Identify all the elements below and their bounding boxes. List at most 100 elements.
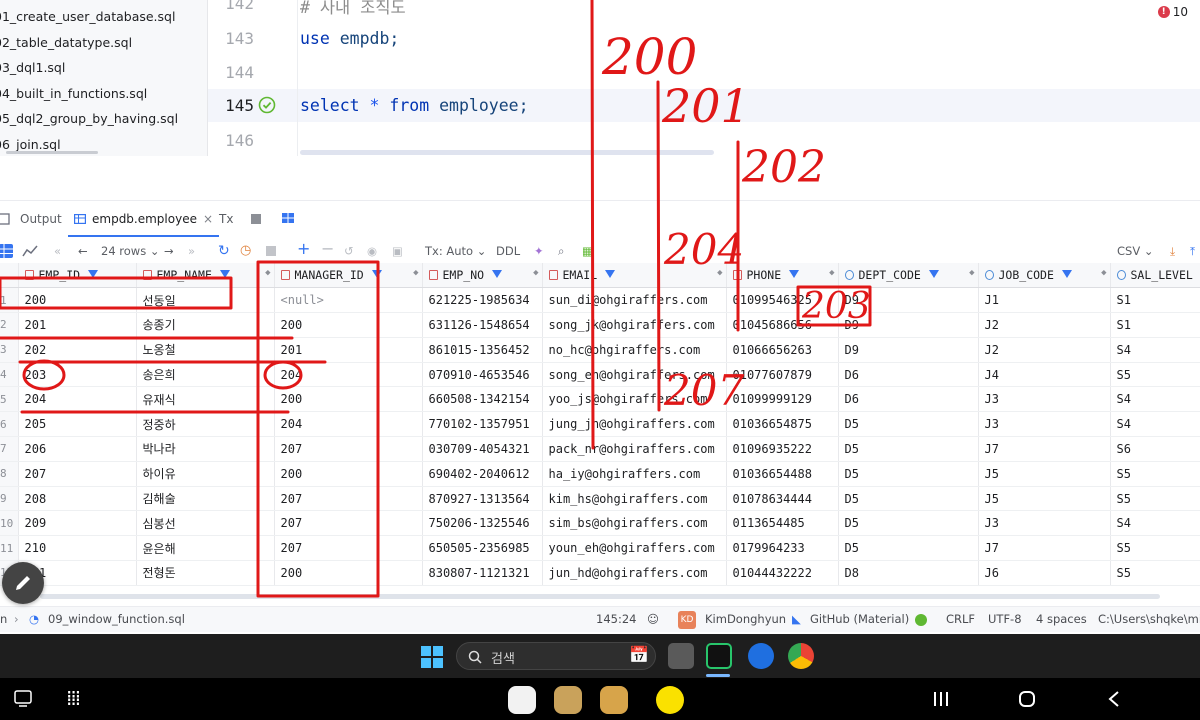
sql-editor[interactable]: 142 143 144 145 146 # 사내 조직도 use empdb; … <box>208 0 1200 156</box>
tx-mode-dropdown[interactable]: Tx: Auto ⌄ <box>425 242 486 260</box>
import-icon[interactable]: ⤒ <box>1190 242 1195 260</box>
calendar-app-icon[interactable] <box>600 686 628 714</box>
sort-icon[interactable]: ◆ <box>533 268 538 278</box>
chrome-icon[interactable] <box>788 643 814 669</box>
job-code-cell[interactable]: J4 <box>978 362 1111 388</box>
apps-grid-icon[interactable]: ⁞⁞⁞ <box>66 686 81 710</box>
export-format-dropdown[interactable]: CSV ⌄ <box>1117 242 1154 260</box>
filter-icon[interactable] <box>219 270 230 279</box>
search-icon[interactable]: ⌕ <box>558 242 564 260</box>
phone-cell[interactable]: 01099546325 <box>726 287 839 314</box>
dept-code-cell[interactable]: D5 <box>838 486 979 512</box>
sal-level-cell[interactable]: S5 <box>1110 560 1200 586</box>
manager-id-cell[interactable]: 200 <box>274 461 423 487</box>
compare-icon[interactable]: ▦ <box>582 242 593 260</box>
column-header-job-code[interactable]: JOB_CODE ◆ <box>978 263 1111 289</box>
phone-cell[interactable]: 01099999129 <box>726 386 839 413</box>
emp-name-cell[interactable]: 윤은해 <box>136 535 275 562</box>
manager-id-cell[interactable]: 204 <box>274 411 423 438</box>
emp-name-cell[interactable]: 노옹철 <box>136 337 275 363</box>
sal-level-cell[interactable]: S4 <box>1110 510 1200 537</box>
breadcrumb-file[interactable]: 09_window_function.sql <box>48 612 185 626</box>
emp-id-cell[interactable]: 203 <box>18 362 137 388</box>
table-row[interactable]: 9 208 김해술 207 870927-1313564 kim_hs@ohgiraffe… <box>0 486 1200 512</box>
email-cell[interactable]: song_jk@ohgiraffers.com <box>542 312 727 338</box>
pycharm-icon[interactable] <box>706 643 732 669</box>
sort-icon[interactable]: ◆ <box>969 268 974 278</box>
tree-file[interactable]: 03_dql1.sql <box>0 57 65 79</box>
close-icon[interactable]: × <box>203 212 213 226</box>
table-row[interactable]: 5 204 유재식 200 660508-1342154 yoo_js@ohgiraffe… <box>0 386 1200 413</box>
user-name[interactable]: KimDonghyun <box>705 612 786 626</box>
emp-id-cell[interactable]: 205 <box>18 411 137 438</box>
row-count-dropdown[interactable]: 24 rows ⌄ <box>101 242 160 260</box>
dept-code-cell[interactable]: D9 <box>838 337 979 363</box>
job-code-cell[interactable]: J7 <box>978 535 1111 562</box>
stop-icon[interactable] <box>251 214 261 224</box>
manager-id-cell[interactable]: <null> <box>274 287 423 314</box>
manager-id-cell[interactable]: 207 <box>274 486 423 512</box>
dept-code-cell[interactable]: D8 <box>838 560 979 586</box>
sort-icon[interactable]: ◆ <box>413 268 418 278</box>
stop-query-icon[interactable] <box>266 246 276 256</box>
emp-no-cell[interactable]: 650505-2356985 <box>422 535 543 562</box>
emp-no-cell[interactable]: 770102-1357951 <box>422 411 543 438</box>
refresh-icon[interactable]: ↻ <box>218 242 230 260</box>
problems-indicator[interactable]: ! 10 <box>1157 5 1188 19</box>
tab-tx[interactable]: Tx <box>219 201 233 237</box>
delete-row-icon[interactable]: − <box>321 240 334 258</box>
dept-code-cell[interactable]: D5 <box>838 510 979 537</box>
manager-id-cell[interactable]: 200 <box>274 312 423 338</box>
emp-id-cell[interactable]: 204 <box>18 386 137 413</box>
sort-icon[interactable]: ◆ <box>1101 268 1106 278</box>
emp-id-cell[interactable]: 201 <box>18 312 137 338</box>
maps-icon[interactable] <box>748 643 774 669</box>
table-row[interactable]: 6 205 정중하 204 770102-1357951 jung_jh@ohgiraff… <box>0 411 1200 438</box>
taskbar-search[interactable]: 검색 📅 <box>456 642 656 670</box>
emp-name-cell[interactable]: 심봉선 <box>136 510 275 537</box>
emp-id-cell[interactable]: 209 <box>18 510 137 537</box>
indent-setting[interactable]: 4 spaces <box>1036 612 1087 626</box>
project-path[interactable]: C:\Users\shqke\min <box>1098 612 1200 626</box>
job-code-cell[interactable]: J2 <box>978 312 1111 338</box>
email-cell[interactable]: no_hc@ohgiraffers.com <box>542 337 727 363</box>
table-row[interactable]: 1 200 선동일 <null> 621225-1985634 sun_di@ohgira… <box>0 287 1200 314</box>
table-row[interactable]: 8 207 하이유 200 690402-2040612 ha_iy@ohgiraffer… <box>0 461 1200 487</box>
sal-level-cell[interactable]: S5 <box>1110 461 1200 487</box>
emp-name-cell[interactable]: 송은희 <box>136 362 275 388</box>
preview-icon[interactable]: ◉ <box>367 242 377 260</box>
dept-code-cell[interactable]: D9 <box>838 312 979 338</box>
status-dot-icon[interactable] <box>915 614 927 626</box>
dept-code-cell[interactable]: D5 <box>838 535 979 562</box>
filter-icon[interactable] <box>928 270 939 279</box>
grid-view-icon[interactable] <box>0 243 14 259</box>
sal-level-cell[interactable]: S6 <box>1110 436 1200 462</box>
tree-scrollbar[interactable] <box>6 151 98 154</box>
table-row[interactable]: 10 209 심봉선 207 750206-1325546 sim_bs@ohgiraff… <box>0 510 1200 537</box>
manager-id-cell[interactable]: 204 <box>274 362 423 388</box>
history-icon[interactable]: ◷ <box>240 242 251 260</box>
job-code-cell[interactable]: J2 <box>978 337 1111 363</box>
cursor-position[interactable]: 145:24 <box>596 612 636 626</box>
column-header-emp-name[interactable]: EMP_NAME ◆ <box>136 263 275 289</box>
sal-level-cell[interactable]: S1 <box>1110 287 1200 314</box>
email-cell[interactable]: kim_hs@ohgiraffers.com <box>542 486 727 512</box>
column-header-manager-id[interactable]: MANAGER_ID ◆ <box>274 263 423 289</box>
job-code-cell[interactable]: J3 <box>978 386 1111 413</box>
table-row[interactable]: 4 203 송은희 204 070910-4653546 song_eh@ohgiraff… <box>0 362 1200 388</box>
sal-level-cell[interactable]: S4 <box>1110 337 1200 363</box>
sal-level-cell[interactable]: S4 <box>1110 386 1200 413</box>
grid-h-scrollbar[interactable] <box>40 594 1160 599</box>
emp-id-cell[interactable]: 210 <box>18 535 137 562</box>
tree-file[interactable]: 02_table_datatype.sql <box>0 32 132 54</box>
screen-capture-icon[interactable] <box>14 690 32 708</box>
emp-no-cell[interactable]: 030709-4054321 <box>422 436 543 462</box>
dept-code-cell[interactable]: D6 <box>838 386 979 413</box>
filter-icon[interactable] <box>88 270 99 279</box>
table-row[interactable]: 11 210 윤은해 207 650505-2356985 youn_eh@ohgiraf… <box>0 535 1200 562</box>
manager-id-cell[interactable]: 200 <box>274 560 423 586</box>
manager-id-cell[interactable]: 201 <box>274 337 423 363</box>
job-code-cell[interactable]: J3 <box>978 510 1111 537</box>
dept-code-cell[interactable]: D6 <box>838 362 979 388</box>
manager-id-cell[interactable]: 200 <box>274 386 423 413</box>
